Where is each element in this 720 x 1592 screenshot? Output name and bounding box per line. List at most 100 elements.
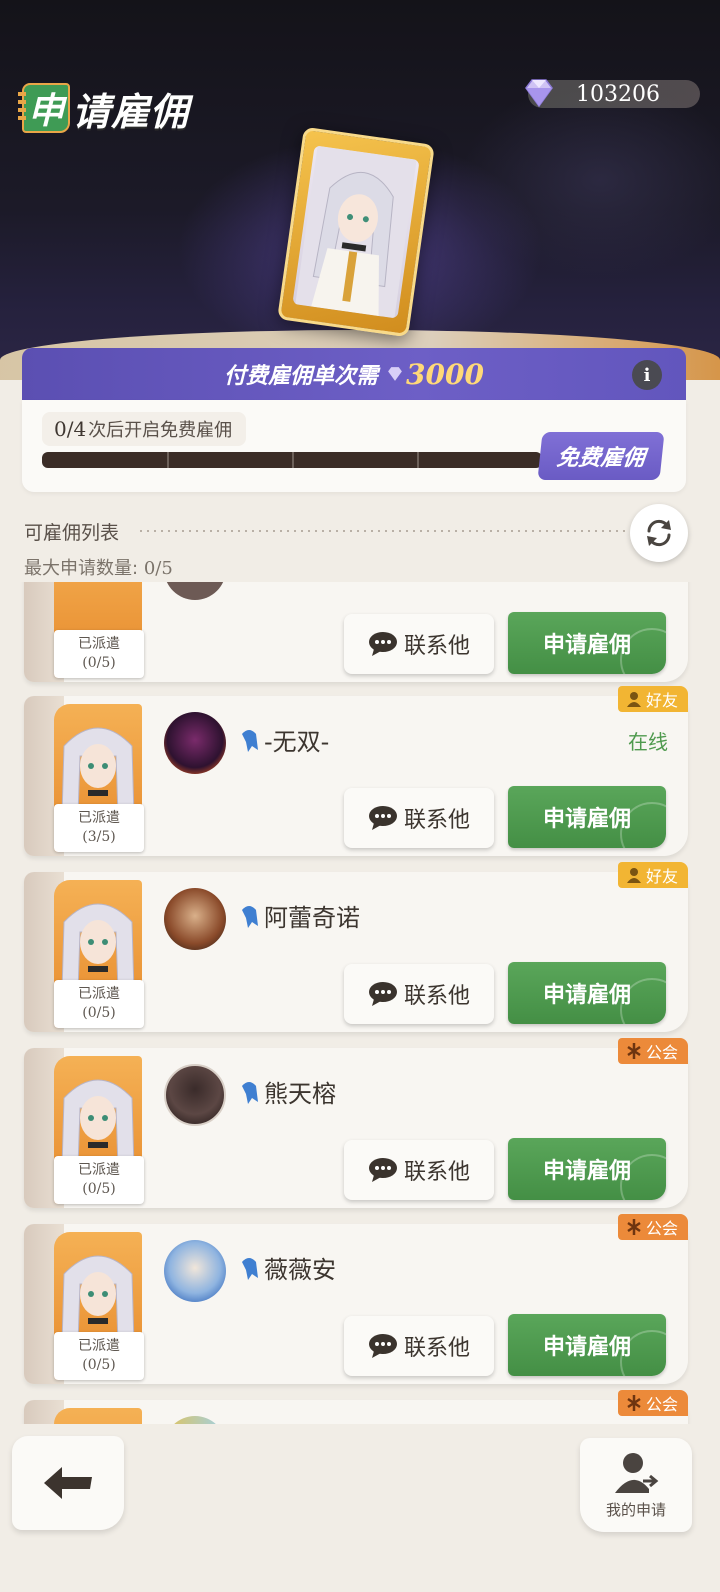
chat-icon (368, 632, 397, 656)
player-name: 薇薇安 (264, 1256, 336, 1284)
my-applications-label: 我的申请 (605, 1500, 666, 1519)
tag-label: 公会 (645, 1219, 678, 1238)
dispatched-label: 已派遣 (78, 1338, 120, 1354)
friend-tag: 好友 (617, 686, 688, 712)
contact-button[interactable]: 联系他 (344, 1316, 494, 1376)
avatar[interactable] (164, 1064, 226, 1126)
progress-divider (167, 452, 169, 468)
user-arrow-icon (615, 1452, 659, 1493)
character-card-art (292, 145, 420, 319)
player-name: -无双- (264, 728, 330, 756)
list-item: 已派遣 (0/5) 联系他 申请雇佣 (24, 582, 688, 682)
elf-portrait-icon (61, 1255, 135, 1344)
list-item: 已派遣 (0/5) 薇薇安 公会 联系他 申请雇佣 (24, 1214, 688, 1384)
character-card (277, 126, 435, 338)
free-hire-count: 0/4 次后开启免费雇佣 (42, 412, 247, 446)
my-applications-button[interactable]: 我的申请 (580, 1438, 692, 1532)
avatar[interactable] (164, 888, 226, 950)
chat-icon (368, 1334, 397, 1358)
title-text: 请雇佣 (72, 89, 190, 134)
dispatched-status: 已派遣 (0/5) (54, 980, 144, 1028)
dispatched-label: 已派遣 (78, 636, 120, 652)
tag-label: 好友 (645, 867, 678, 886)
contact-button[interactable]: 联系他 (344, 788, 494, 848)
dispatched-count: (0/5) (82, 1357, 116, 1373)
title-badge: 申 (22, 83, 70, 133)
list-item: 公会 (24, 1390, 688, 1424)
friend-tag: 好友 (617, 862, 688, 888)
contact-button[interactable]: 联系他 (344, 1140, 494, 1200)
guild-tag: 公会 (617, 1390, 688, 1416)
diamond-icon (525, 79, 553, 108)
apply-hire-button[interactable]: 申请雇佣 (508, 786, 666, 848)
hire-list[interactable]: 已派遣 (0/5) 联系他 申请雇佣 已派遣 (3/5) -无双- 在线 好友 … (0, 582, 720, 1424)
dotted-divider (140, 530, 628, 532)
avatar[interactable] (164, 582, 226, 600)
character-portrait (54, 1408, 142, 1424)
online-status: 在线 (628, 730, 668, 754)
chat-icon (368, 1158, 397, 1182)
dispatched-count: (0/5) (82, 1181, 116, 1197)
guild-tag: 公会 (617, 1038, 688, 1064)
max-apply-value: 0/5 (143, 558, 173, 579)
tag-label: 公会 (645, 1043, 678, 1062)
dispatched-label: 已派遣 (78, 810, 120, 826)
avatar[interactable] (164, 1416, 226, 1424)
contact-button[interactable]: 联系他 (344, 964, 494, 1024)
dispatched-count: (3/5) (82, 829, 116, 845)
contact-label: 联系他 (403, 984, 470, 1009)
progress-divider (292, 452, 294, 468)
guild-tag: 公会 (617, 1214, 688, 1240)
info-button[interactable]: i (632, 360, 662, 390)
elf-portrait-icon (61, 1079, 135, 1168)
guild-icon (627, 1395, 641, 1411)
elf-portrait-icon (61, 903, 135, 992)
currency-display[interactable]: 103206 (525, 79, 700, 108)
apply-hire-button[interactable]: 申请雇佣 (508, 1314, 666, 1376)
male-icon (242, 1258, 258, 1280)
title-stripes (18, 92, 26, 122)
contact-label: 联系他 (403, 1336, 470, 1361)
list-item: 已派遣 (0/5) 阿蕾奇诺 好友 联系他 申请雇佣 (24, 862, 688, 1032)
free-hire-panel: 0/4 次后开启免费雇佣 免费雇佣 (22, 400, 686, 492)
refresh-button[interactable] (630, 504, 688, 562)
free-hire-count-text: 次后开启免费雇佣 (88, 420, 233, 441)
refresh-icon (647, 519, 671, 547)
paid-hire-bar: 付费雇佣单次需 3000 i (22, 348, 686, 400)
apply-hire-button[interactable]: 申请雇佣 (508, 612, 666, 674)
male-icon (242, 730, 258, 752)
dispatched-label: 已派遣 (78, 986, 120, 1002)
apply-hire-button[interactable]: 申请雇佣 (508, 1138, 666, 1200)
contact-button[interactable]: 联系他 (344, 614, 494, 674)
person-icon (626, 692, 641, 707)
male-icon (242, 906, 258, 928)
contact-label: 联系他 (403, 1160, 470, 1185)
currency-value: 103206 (576, 81, 660, 107)
chat-icon (368, 806, 397, 830)
person-icon (626, 868, 641, 883)
free-hire-button[interactable]: 免费雇佣 (537, 432, 665, 480)
tag-label: 公会 (645, 1395, 678, 1414)
max-apply-count: 最大申请数量: 0/5 (24, 554, 173, 580)
avatar[interactable] (164, 1240, 226, 1302)
contact-label: 联系他 (403, 634, 470, 659)
dispatched-count: (0/5) (82, 655, 116, 671)
contact-label: 联系他 (403, 808, 470, 833)
dispatched-status: 已派遣 (0/5) (54, 1156, 144, 1204)
list-item: 已派遣 (0/5) 熊天榕 公会 联系他 申请雇佣 (24, 1038, 688, 1208)
dispatched-count: (0/5) (82, 1005, 116, 1021)
back-button[interactable] (12, 1436, 124, 1530)
free-hire-progress (42, 452, 542, 468)
paid-hire-amount: 3000 (406, 357, 484, 391)
apply-hire-button[interactable]: 申请雇佣 (508, 962, 666, 1024)
elf-portrait-icon (61, 727, 135, 816)
page-title: 申 请雇佣 (18, 82, 190, 134)
male-icon (242, 1082, 258, 1104)
dispatched-label: 已派遣 (78, 1162, 120, 1178)
dispatched-status: 已派遣 (3/5) (54, 804, 144, 852)
progress-divider (417, 452, 419, 468)
avatar[interactable] (164, 712, 226, 774)
list-item: 已派遣 (3/5) -无双- 在线 好友 联系他 申请雇佣 (24, 686, 688, 856)
paid-hire-label: 付费雇佣单次需 (224, 364, 379, 389)
free-hire-count-value: 0/4 (54, 417, 87, 441)
